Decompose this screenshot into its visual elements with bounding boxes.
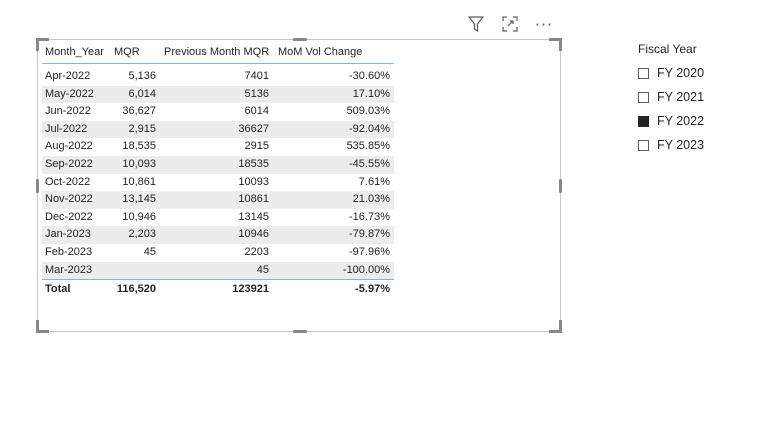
cell-mqr: 2,915 [128,122,156,135]
cell-month-year: Feb-2023 [45,245,93,258]
filter-icon[interactable] [465,13,487,35]
cell-month-year: May-2022 [45,87,94,100]
table-row[interactable]: Oct-2022 10,861 10093 7.61% [42,174,394,192]
focus-mode-icon[interactable] [499,13,521,35]
cell-previous-month-mqr: 36627 [238,122,269,135]
cell-previous-month-mqr: 7401 [244,70,269,82]
slicer-item[interactable]: FY 2020 [638,61,768,85]
cell-mom-vol-change: -100.00% [342,263,390,276]
visual-header: ··· [462,13,562,35]
cell-mom-vol-change: 7.61% [358,175,390,188]
cell-month-year: Jul-2022 [45,122,88,135]
resize-corner-bottom-left[interactable] [36,320,49,333]
resize-corner-top-right[interactable] [549,38,562,51]
cell-month-year: Nov-2022 [45,193,93,206]
cell-mqr: 36,627 [122,105,156,118]
resize-handle-left[interactable] [36,179,39,193]
resize-handle-right[interactable] [559,179,562,193]
table-row[interactable]: Aug-2022 18,535 2915 535.85% [42,138,394,156]
checkbox[interactable] [638,139,649,151]
cell-mqr: 10,093 [122,157,156,170]
cell-month-year: Apr-2022 [45,70,91,82]
cell-mqr: 10,946 [122,210,156,223]
column-header-previous-month-mqr[interactable]: Previous Month MQR [160,42,274,63]
cell-mom-vol-change: -92.04% [349,122,390,135]
cell-mom-vol-change: 535.85% [346,140,390,153]
cell-mqr: 18,535 [122,140,156,153]
cell-mom-vol-change: -45.55% [349,157,390,170]
cell-mom-vol-change: -97.96% [349,245,390,258]
cell-month-year: Mar-2023 [45,263,93,276]
slicer-item[interactable]: FY 2021 [638,85,768,109]
cell-month-year: Jan-2023 [45,228,91,241]
table-visual[interactable]: Month_Year MQR Previous Month MQR MoM Vo… [36,38,562,333]
resize-corner-bottom-right[interactable] [549,320,562,333]
cell-month-year: Dec-2022 [45,210,93,223]
cell-previous-month-mqr: 45 [256,263,269,276]
table-body: Apr-2022 5,136 7401 -30.60% May-2022 6,014 513… [42,64,394,280]
table-header-row: Month_Year MQR Previous Month MQR MoM Vo… [42,42,394,64]
slicer-item-label: FY 2021 [657,90,705,104]
fiscal-year-slicer: Fiscal Year FY 2020 FY 2021 FY 2022 FY 2023 [638,40,768,157]
cell-mqr: 5,136 [128,70,156,82]
total-mqr: 116,520 [116,283,156,296]
slicer-item-label: FY 2020 [657,66,705,80]
slicer-item[interactable]: FY 2023 [638,133,768,157]
cell-previous-month-mqr: 5136 [244,87,269,100]
table-row[interactable]: Jan-2023 2,203 10946 -79.87% [42,226,394,244]
table-row[interactable]: Jun-2022 36,627 6014 509.03% [42,103,394,121]
cell-previous-month-mqr: 6014 [244,105,269,118]
cell-mom-vol-change: -16.73% [349,210,390,223]
more-options-icon[interactable]: ··· [533,13,555,35]
table-row[interactable]: Jul-2022 2,915 36627 -92.04% [42,120,394,139]
resize-handle-top[interactable] [293,38,307,41]
column-header-month-year[interactable]: Month_Year [42,42,112,63]
table-row[interactable]: Sep-2022 10,093 18535 -45.55% [42,155,394,174]
cell-mom-vol-change: -79.87% [349,228,390,241]
cell-previous-month-mqr: 13145 [238,210,269,223]
table-total-row: Total 116,520 123921 -5.97% [42,279,394,299]
total-label: Total [45,283,71,296]
table-row[interactable]: Mar-2023 45 -100.00% [42,261,394,280]
cell-previous-month-mqr: 10946 [238,228,269,241]
data-table: Month_Year MQR Previous Month MQR MoM Vo… [42,42,394,299]
cell-previous-month-mqr: 10093 [238,175,269,188]
cell-mom-vol-change: -30.60% [349,70,390,82]
cell-month-year: Aug-2022 [45,140,93,153]
cell-mqr: 2,203 [128,228,156,241]
checkbox[interactable] [638,91,649,103]
slicer-item-label: FY 2023 [657,138,705,152]
cell-previous-month-mqr: 10861 [238,193,269,206]
slicer-item-label: FY 2022 [657,114,705,128]
slicer-items: FY 2020 FY 2021 FY 2022 FY 2023 [638,61,768,157]
column-header-mqr[interactable]: MQR [112,42,160,63]
cell-mqr: 13,145 [122,193,156,206]
cell-mom-vol-change: 509.03% [346,105,390,118]
cell-month-year: Sep-2022 [45,157,93,170]
cell-mom-vol-change: 21.03% [352,193,390,206]
total-mom-vol-change: -5.97% [355,283,390,296]
table-row[interactable]: Feb-2023 45 2203 -97.96% [42,244,394,262]
more-options-glyph: ··· [534,14,554,34]
cell-previous-month-mqr: 2915 [244,140,269,153]
cell-previous-month-mqr: 18535 [238,157,269,170]
table-row[interactable]: Apr-2022 5,136 7401 -30.60% [42,68,394,86]
checkbox[interactable] [638,115,649,127]
cell-mqr: 10,861 [122,175,156,188]
column-header-mom-vol-change[interactable]: MoM Vol Change [274,42,394,63]
cell-mqr: 6,014 [128,87,156,100]
table-row[interactable]: May-2022 6,014 5136 17.10% [42,85,394,104]
cell-previous-month-mqr: 2203 [244,245,269,258]
slicer-item[interactable]: FY 2022 [638,109,768,133]
cell-mqr: 45 [143,245,156,258]
cell-month-year: Oct-2022 [45,175,91,188]
slicer-title: Fiscal Year [638,42,697,56]
table-row[interactable]: Nov-2022 13,145 10861 21.03% [42,191,394,209]
resize-handle-bottom[interactable] [293,330,307,333]
checkbox[interactable] [638,67,649,79]
cell-mom-vol-change: 17.10% [352,87,390,100]
table-row[interactable]: Dec-2022 10,946 13145 -16.73% [42,209,394,227]
cell-month-year: Jun-2022 [45,105,91,118]
total-previous-month-mqr: 123921 [232,283,269,296]
